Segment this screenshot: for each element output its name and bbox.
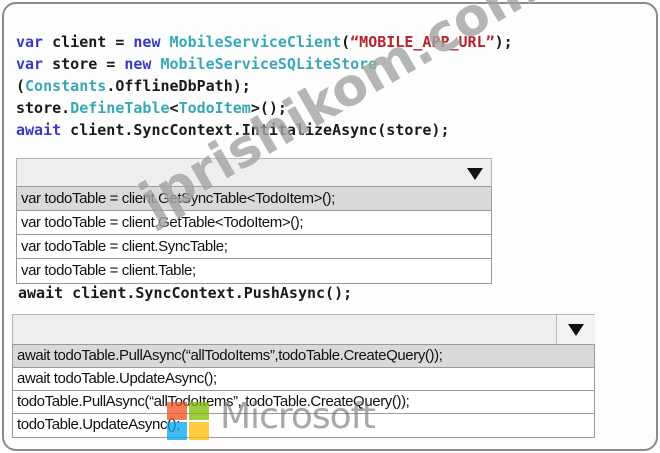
logo-square-red [167,402,187,420]
code-line-3: (Constants.OfflineDbPath); [16,77,251,95]
dropdown-2-option[interactable]: await todoTable.PullAsync(“allTodoItems”… [13,345,594,368]
logo-square-blue [167,422,187,440]
dropdown-2-option[interactable]: await todoTable.UpdateAsync(); [13,368,594,391]
dropdown-1-toggle[interactable] [459,159,491,187]
dropdown-1-option[interactable]: var todoTable = client.GetSyncTable<Todo… [17,187,491,211]
dropdown-1-option[interactable]: var todoTable = client.GetTable<TodoItem… [17,211,491,235]
push-async-line: await client.SyncContext.PushAsync(); [18,284,353,302]
logo-square-yellow [189,422,209,440]
chevron-down-icon [568,324,584,336]
dropdown-1-option[interactable]: var todoTable = client.SyncTable; [17,235,491,259]
microsoft-wordmark: Microsoft [220,396,376,437]
microsoft-logo-icon [167,402,211,442]
dropdown-2-toggle[interactable] [556,315,595,345]
chevron-down-icon [467,168,483,180]
logo-square-green [189,402,209,420]
dropdown-2[interactable] [12,314,595,346]
dropdown-1-option[interactable]: var todoTable = client.Table; [17,259,491,283]
dropdown-1-options: var todoTable = client.GetSyncTable<Todo… [16,186,492,284]
